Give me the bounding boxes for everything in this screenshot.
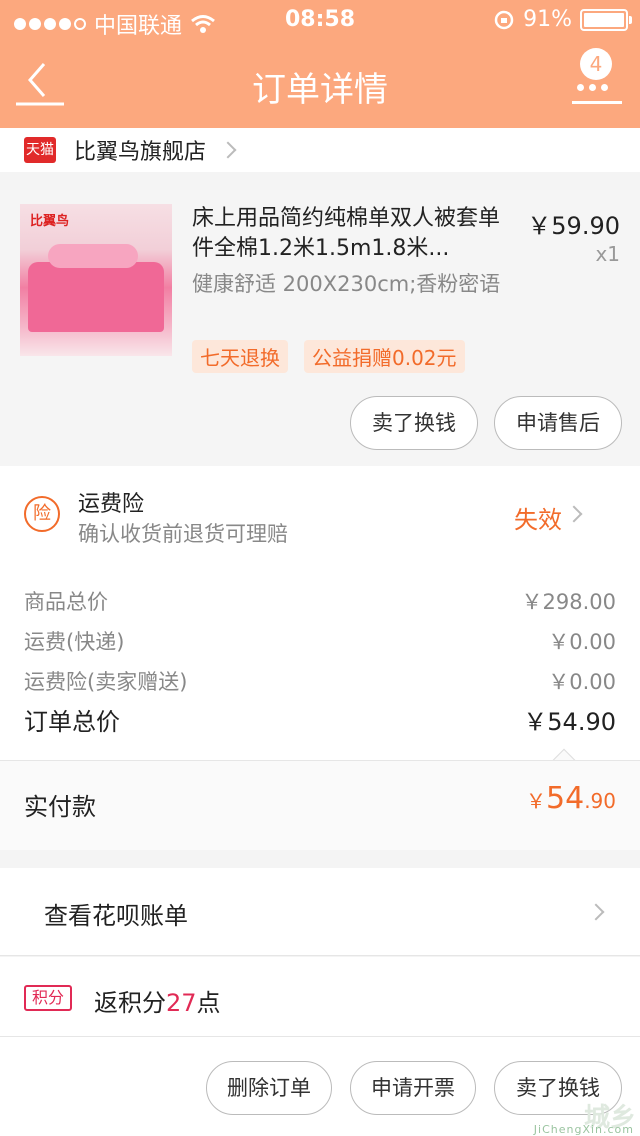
battery-percent: 91% bbox=[523, 7, 572, 32]
insurance-icon: 险 bbox=[24, 496, 60, 532]
product-card: 比翼鸟 床上用品简约纯棉单双人被套单件全棉1.2米1.5m1.8米... 健康舒… bbox=[0, 190, 640, 466]
after-sales-button[interactable]: 申请售后 bbox=[494, 396, 622, 450]
chevron-right-icon bbox=[219, 141, 237, 159]
summary-value: ￥0.00 bbox=[548, 630, 616, 654]
tag-donation: 公益捐赠0.02元 bbox=[304, 340, 465, 373]
paid-decimal: .90 bbox=[584, 789, 616, 813]
product-title[interactable]: 床上用品简约纯棉单双人被套单件全棉1.2米1.5m1.8米... bbox=[192, 204, 508, 264]
watermark-sub: JiChengXin.com bbox=[533, 1123, 634, 1136]
points-row: 积分 返积分27点 bbox=[0, 957, 640, 1037]
paid-label: 实付款 bbox=[24, 793, 96, 821]
insurance-desc: 确认收货前退货可理赔 bbox=[78, 522, 288, 546]
request-invoice-button[interactable]: 申请开票 bbox=[350, 1061, 476, 1115]
summary-row: 运费(快递) ￥0.00 bbox=[24, 626, 616, 656]
shop-row[interactable]: 天猫 比翼鸟旗舰店 bbox=[0, 128, 640, 172]
more-icon bbox=[577, 84, 608, 91]
huabei-label: 查看花呗账单 bbox=[44, 902, 188, 930]
product-sku: 健康舒适 200X230cm;香粉密语 bbox=[192, 272, 501, 296]
brand-logo: 比翼鸟 bbox=[30, 214, 70, 229]
product-price: ￥59.90 bbox=[527, 212, 620, 240]
paid-amount-row: 实付款 ￥54.90 bbox=[0, 760, 640, 850]
paid-integer: 54 bbox=[546, 781, 585, 816]
summary-label: 运费(快递) bbox=[24, 630, 125, 654]
summary-value: ￥0.00 bbox=[548, 670, 616, 694]
delete-order-button[interactable]: 删除订单 bbox=[206, 1061, 332, 1115]
chevron-right-icon bbox=[587, 903, 605, 921]
insurance-title: 运费险 bbox=[78, 492, 145, 517]
product-quantity: x1 bbox=[595, 242, 620, 266]
huabei-bill-row[interactable]: 查看花呗账单 bbox=[0, 868, 640, 956]
chevron-right-icon bbox=[565, 505, 583, 523]
status-bar: 中国联通 08:58 91% bbox=[0, 0, 640, 40]
price-summary: 商品总价 ￥298.00 运费(快递) ￥0.00 运费险(卖家赠送) ￥0.0… bbox=[0, 556, 640, 772]
paid-currency: ￥ bbox=[526, 789, 546, 813]
order-total-value: ￥54.90 bbox=[523, 708, 616, 736]
paid-value: ￥54.90 bbox=[526, 781, 616, 816]
points-prefix: 返积分 bbox=[94, 989, 166, 1017]
tag-return: 七天退换 bbox=[192, 340, 288, 373]
points-suffix: 点 bbox=[196, 989, 221, 1017]
order-total-label: 订单总价 bbox=[24, 708, 120, 736]
more-button[interactable]: 4 bbox=[572, 48, 622, 108]
product-image[interactable]: 比翼鸟 bbox=[20, 204, 172, 356]
page-title: 订单详情 bbox=[252, 70, 388, 110]
header: 中国联通 08:58 91% 订单详情 4 bbox=[0, 0, 640, 128]
shipping-insurance-row[interactable]: 险 运费险 确认收货前退货可理赔 失效 bbox=[0, 466, 640, 556]
tmall-icon: 天猫 bbox=[24, 137, 56, 163]
points-icon: 积分 bbox=[24, 985, 72, 1011]
summary-label: 商品总价 bbox=[24, 590, 108, 614]
bottom-actions: 删除订单 申请开票 卖了换钱 城乡 JiChengXin.com bbox=[0, 1037, 640, 1136]
rotation-lock-icon bbox=[494, 10, 514, 29]
navbar: 订单详情 4 bbox=[0, 40, 640, 128]
insurance-status: 失效 bbox=[514, 506, 562, 534]
shop-name: 比翼鸟旗舰店 bbox=[74, 140, 207, 165]
summary-row: 运费险(卖家赠送) ￥0.00 bbox=[24, 666, 616, 696]
battery-icon bbox=[580, 8, 632, 31]
order-total-row: 订单总价 ￥54.90 bbox=[24, 702, 616, 737]
points-number: 27 bbox=[166, 989, 197, 1017]
notification-badge: 4 bbox=[580, 48, 612, 80]
summary-label: 运费险(卖家赠送) bbox=[24, 670, 188, 694]
summary-value: ￥298.00 bbox=[521, 590, 616, 614]
sell-button[interactable]: 卖了换钱 bbox=[350, 396, 478, 450]
summary-row: 商品总价 ￥298.00 bbox=[24, 586, 616, 616]
points-text: 返积分27点 bbox=[94, 983, 221, 1018]
